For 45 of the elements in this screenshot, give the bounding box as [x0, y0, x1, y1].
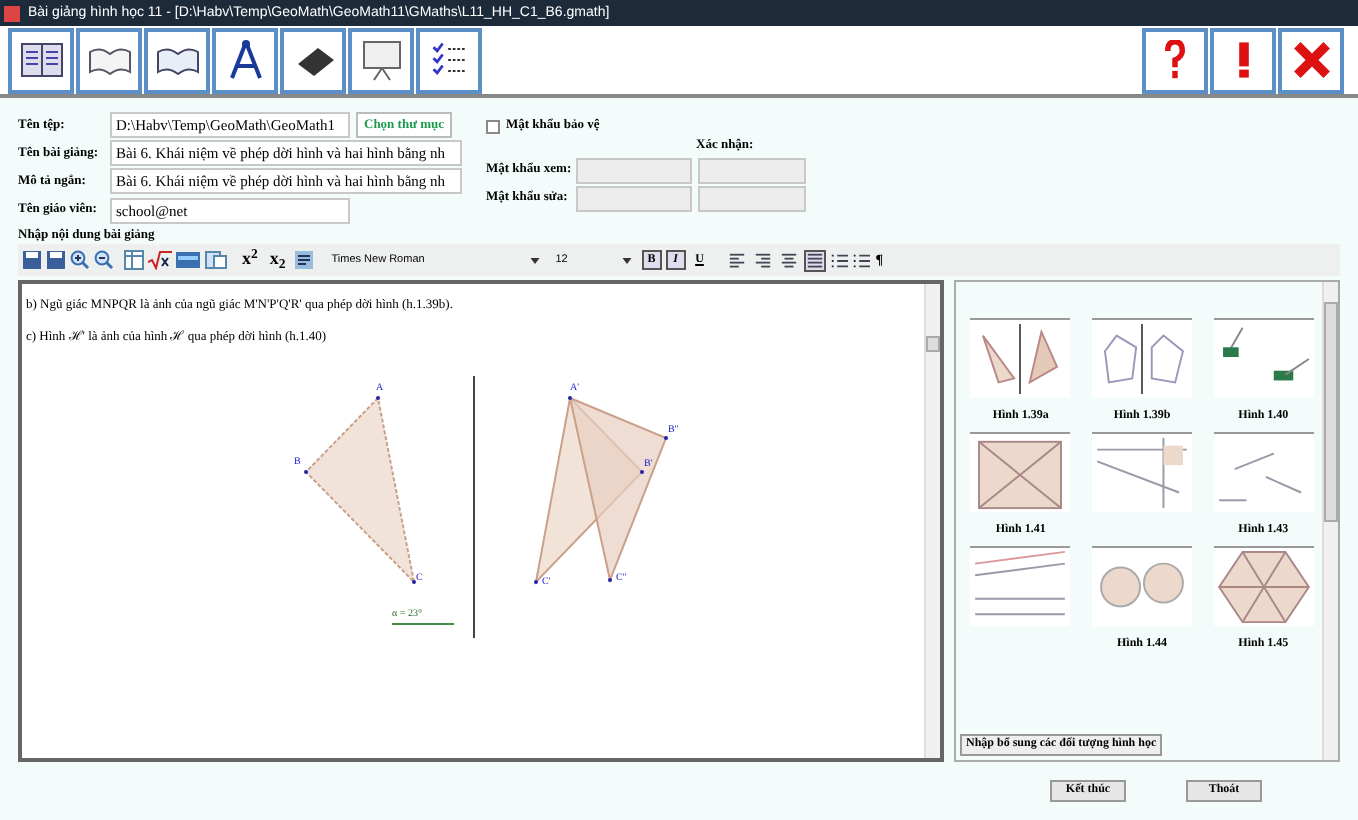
figure-thumbnail[interactable] [1213, 432, 1314, 512]
figure-thumbnail[interactable] [1213, 546, 1314, 626]
checklist-icon[interactable] [416, 27, 482, 93]
checkbox[interactable] [486, 119, 500, 133]
book-icon[interactable] [8, 27, 74, 93]
dropdown-arrow-icon [621, 257, 632, 263]
alert-icon[interactable] [1210, 27, 1276, 93]
confirm-field[interactable] [698, 185, 806, 211]
open-book-icon[interactable] [144, 27, 210, 93]
confirm-field[interactable] [698, 157, 806, 183]
align-button[interactable] [803, 249, 826, 271]
help-icon[interactable] [1142, 27, 1208, 93]
align-button[interactable] [751, 249, 774, 271]
save-as-icon[interactable] [46, 250, 66, 270]
figure-thumbnail[interactable] [1091, 432, 1192, 512]
password-field[interactable] [576, 185, 692, 211]
figure-thumbnail[interactable] [970, 318, 1071, 398]
projector-screen-icon[interactable] [348, 27, 414, 93]
scrollbar[interactable] [924, 284, 940, 758]
superscript-button[interactable]: x$^{2}$ [238, 246, 262, 274]
align-button[interactable] [725, 249, 748, 271]
bullet-list-icon[interactable] [829, 251, 848, 269]
align-button[interactable] [777, 249, 800, 271]
figure-thumbnail[interactable] [970, 432, 1071, 512]
zoom-out-icon[interactable] [94, 250, 114, 270]
compass-icon[interactable] [212, 27, 278, 93]
zoom-in-icon[interactable] [70, 250, 90, 270]
subscript-button[interactable]: x$_{2}$ [265, 246, 290, 274]
close-icon[interactable] [1278, 27, 1344, 93]
open-book-icon[interactable] [76, 27, 142, 93]
image-icon[interactable] [176, 250, 200, 270]
dropdown-arrow-icon [529, 257, 540, 263]
figure-thumbnail[interactable] [1091, 546, 1192, 626]
figure-thumbnail[interactable] [970, 546, 1071, 626]
text-box-icon[interactable] [293, 250, 314, 270]
table-icon[interactable] [124, 250, 144, 270]
square-root-icon[interactable] [148, 250, 172, 270]
figure-thumbnail[interactable] [1091, 318, 1192, 398]
numbered-list-icon[interactable] [851, 251, 870, 269]
app-icon [4, 5, 20, 21]
document-icon[interactable] [204, 250, 228, 270]
password-field[interactable] [576, 157, 692, 183]
scrollbar[interactable] [1322, 282, 1338, 760]
save-icon[interactable] [22, 250, 42, 270]
figure-thumbnail[interactable] [1213, 318, 1314, 398]
